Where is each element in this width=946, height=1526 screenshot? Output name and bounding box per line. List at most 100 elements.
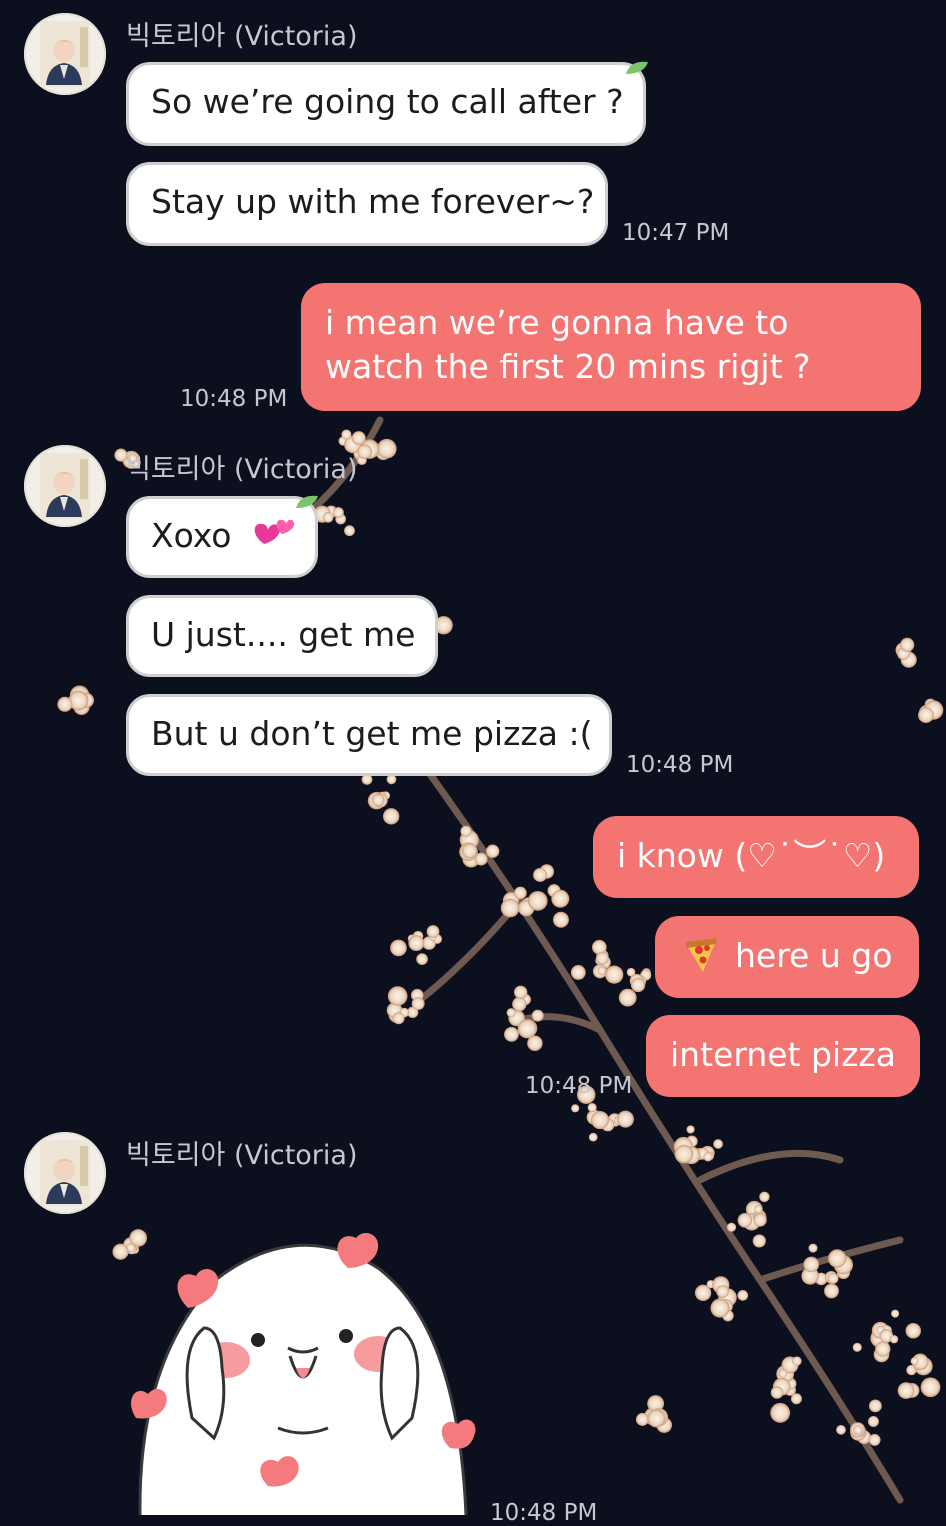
sender-name: 빅토리아 (Victoria): [126, 21, 358, 52]
message-text: i know (♡˙︶˙♡): [617, 836, 886, 875]
outgoing-message[interactable]: internet pizza: [646, 1015, 920, 1097]
blossom-flower: [710, 1298, 730, 1318]
blossom-flower: [918, 707, 934, 724]
blossom-flower: [875, 1341, 891, 1357]
blossom-flower: [616, 1110, 634, 1128]
hearts-blob-sticker[interactable]: [128, 1228, 478, 1515]
message-text: i mean we’re gonna have to watch the fir…: [325, 303, 811, 386]
blossom-flower: [853, 1425, 863, 1435]
contact-avatar[interactable]: [24, 13, 106, 95]
outgoing-message[interactable]: i know (♡˙︶˙♡): [593, 816, 919, 898]
blossom-flower: [868, 1433, 881, 1446]
incoming-message[interactable]: Xoxo: [126, 496, 318, 578]
blossom-flower: [770, 1386, 784, 1399]
leaf-icon: [296, 495, 318, 508]
blossom-flower: [703, 1152, 713, 1162]
blossom-flower: [630, 977, 646, 993]
blossom-flower: [333, 507, 344, 518]
blossom-flower: [595, 951, 609, 965]
blossom-flower: [372, 793, 385, 807]
blossom-flower: [792, 1356, 802, 1366]
blossom-flower: [836, 1424, 846, 1435]
blossom-flower: [910, 1357, 919, 1366]
blossom-flower: [737, 1290, 749, 1301]
blossom-flower: [770, 1402, 791, 1423]
blossom-flower: [571, 1104, 580, 1113]
blossom-flower: [737, 1212, 753, 1228]
incoming-message[interactable]: So we’re going to call after ?: [126, 62, 646, 146]
blossom-flower: [852, 1342, 862, 1352]
blossom-flower: [533, 867, 548, 882]
blossom-flower: [504, 1026, 519, 1042]
blossom-flower: [341, 429, 352, 440]
blossom-flower: [790, 1393, 802, 1405]
message-text: Xoxo: [151, 516, 232, 555]
blossom-flower: [426, 925, 440, 938]
blossom-flower: [392, 1012, 405, 1025]
blossom-flower: [57, 696, 73, 712]
blossom-flower: [867, 1415, 879, 1427]
contact-avatar[interactable]: [24, 445, 106, 527]
blossom-flower: [827, 1272, 839, 1284]
leaf-icon: [626, 61, 648, 74]
avatar-icon: [40, 453, 90, 519]
message-text: So we’re going to call after ?: [151, 82, 624, 121]
blossom-flower: [635, 1412, 649, 1426]
avatar-icon: [40, 21, 90, 87]
blossom-flower: [778, 1369, 788, 1378]
message-text: But u don’t get me pizza :(: [151, 714, 593, 753]
outgoing-message[interactable]: i mean we’re gonna have to watch the fir…: [301, 283, 921, 411]
incoming-message[interactable]: But u don’t get me pizza :(: [126, 694, 612, 776]
blossom-flower: [357, 444, 372, 459]
blossom-flower: [527, 891, 548, 911]
blossom-flower: [590, 1111, 610, 1130]
message-text: here u go: [735, 936, 893, 975]
sender-name: 빅토리아 (Victoria): [126, 454, 358, 485]
blossom-flower: [588, 1132, 598, 1142]
blossom-flower: [514, 886, 527, 900]
incoming-message[interactable]: Stay up with me forever~?: [126, 162, 608, 246]
blossom-flower: [759, 1191, 770, 1203]
sender-name: 빅토리아 (Victoria): [126, 1140, 358, 1171]
blossom-flower: [513, 985, 528, 999]
message-timestamp: 10:48 PM: [626, 752, 734, 778]
blossom-flower: [390, 939, 407, 957]
blossom-flower: [900, 637, 915, 652]
incoming-message[interactable]: U just.... get me: [126, 595, 438, 677]
message-timestamp: 10:48 PM: [525, 1073, 633, 1099]
message-text: Stay up with me forever~?: [151, 182, 595, 221]
blossom-flower: [460, 825, 472, 837]
blossom-flower: [686, 1125, 695, 1134]
blossom-flower: [485, 844, 500, 858]
blossom-flower: [512, 997, 527, 1012]
blossom-flower: [411, 997, 425, 1011]
blossom-flower: [517, 1019, 537, 1039]
avatar-icon: [40, 1140, 90, 1206]
contact-avatar[interactable]: [24, 1132, 106, 1214]
blossom-flower: [500, 898, 520, 918]
blossom-flower: [506, 1008, 516, 1018]
blossom-flower: [587, 1102, 597, 1113]
blossom-flower: [828, 1249, 847, 1268]
blossom-flower: [716, 1285, 729, 1298]
blossom-flower: [382, 808, 400, 825]
blossom-flower: [322, 511, 334, 523]
message-timestamp: 10:48 PM: [180, 386, 288, 412]
outgoing-message[interactable]: here u go: [655, 916, 919, 998]
blossom-flower: [920, 1377, 941, 1398]
blossom-flower: [754, 1205, 763, 1214]
blossom-flower: [531, 1009, 544, 1022]
blossom-flower: [387, 986, 408, 1006]
blossom-flower: [416, 953, 428, 965]
message-text: internet pizza: [670, 1035, 896, 1074]
two-hearts-emoji: [254, 519, 295, 544]
blossom-flower: [552, 911, 569, 928]
message-timestamp: 10:47 PM: [622, 220, 730, 246]
message-text: U just.... get me: [151, 615, 416, 654]
blossom-flower: [462, 843, 478, 859]
blossom-flower: [551, 889, 570, 908]
blossom-flower: [344, 525, 355, 537]
blossom-flower: [891, 1309, 900, 1318]
blossom-flower: [713, 1139, 723, 1149]
blossom-flower: [824, 1283, 839, 1299]
